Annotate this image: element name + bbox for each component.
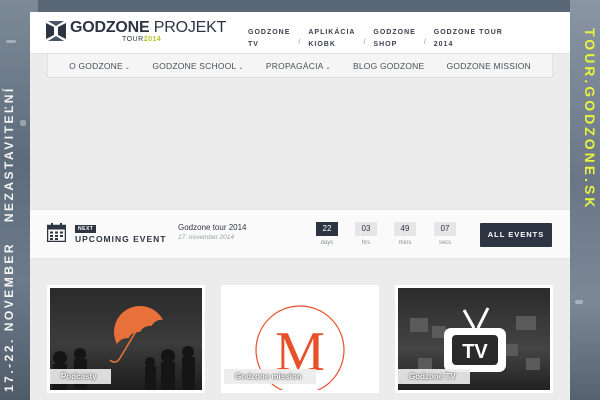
upcoming-event-label: UPCOMING EVENT [75,234,167,244]
event-date: 17. november 2014 [178,234,235,241]
countdown-days-value: 22 [316,222,338,236]
logo-mark-icon [46,21,66,41]
countdown-days-unit: days [320,240,334,246]
event-title[interactable]: Godzone tour 2014 [178,223,247,232]
left-side-date: 17.-22. NOVEMBER [2,241,16,392]
background-texture [575,300,583,304]
topnav-godzone-shop[interactable]: GODZONE SHOP [373,27,415,51]
next-badge: NEXT [75,225,97,233]
tile-godzone-mission[interactable]: M Godzone mission [221,285,379,393]
upcoming-event-bar: NEXT UPCOMING EVENT Godzone tour 2014 17… [30,209,570,259]
topnav-godzone-tv[interactable]: GODZONE TV [248,27,290,51]
site-header: GODZONE PROJEKT TOUR2014 GODZONE TV / AP… [30,12,570,54]
countdown-days: 22 days [316,222,338,246]
topnav-aplikacia-kiobk[interactable]: APLIKÁCIA KIOBK [308,27,355,51]
mainnav-godzone-school[interactable]: GODZONE SCHOOL ⌄ [152,61,243,71]
top-nav: GODZONE TV / APLIKÁCIA KIOBK / GODZONE S… [248,27,503,51]
calendar-icon [47,223,66,242]
chevron-down-icon: ⌄ [124,64,131,71]
countdown-minutes-value: 49 [394,222,416,236]
chevron-down-icon: ⌄ [238,64,244,71]
tile-godzone-mission-image: M Godzone mission [224,288,376,390]
page-container: GODZONE PROJEKT TOUR2014 GODZONE TV / AP… [30,12,570,400]
countdown-hours-unit: hrs [361,240,371,246]
countdown-seconds: 07 secs [434,222,456,246]
countdown-hours: 03 hrs [355,222,377,246]
mainnav-godzone-mission[interactable]: GODZONE MISSION [447,61,531,71]
background-texture [20,120,26,126]
tile-godzone-mission-label: Godzone mission [224,369,316,384]
tile-godzone-tv[interactable]: TV Godzone TV [395,285,553,393]
tile-podcasty-label: Podcasty [50,369,111,384]
chevron-down-icon: ⌄ [325,64,331,71]
all-events-button[interactable]: ALL EVENTS [480,223,552,247]
tile-podcasty[interactable]: Podcasty [47,285,205,393]
topnav-godzone-tour[interactable]: GODZONE TOUR 2014 [434,27,503,51]
tile-godzone-tv-label: Godzone TV [398,369,470,384]
topnav-separator: / [298,39,301,46]
main-nav: O GODZONE ⌄ GODZONE SCHOOL ⌄ PROPAGÁCIA ⌄ B… [47,54,553,78]
countdown-hours-value: 03 [355,222,377,236]
logo-sub-year: 2014 [143,36,162,43]
right-side-url[interactable]: TOUR.GODZONE.SK [582,28,598,210]
mainnav-blog-godzone[interactable]: BLOG GODZONE [353,61,424,71]
left-side-text: NEZASTAVITEĽNÍ [2,86,16,223]
mainnav-propagacia[interactable]: PROPAGÁCIA ⌄ [266,61,331,71]
logo-text-light: PROJEKT [153,19,227,36]
tile-podcasty-image: Podcasty [50,288,202,390]
svg-text:TV: TV [462,341,488,363]
countdown-minutes: 49 mins [394,222,416,246]
topnav-separator: / [363,39,366,46]
mainnav-o-godzone[interactable]: O GODZONE ⌄ [69,61,130,71]
site-logo[interactable]: GODZONE PROJEKT TOUR2014 [46,20,226,43]
countdown-minutes-unit: mins [398,240,412,246]
countdown-seconds-value: 07 [434,222,456,236]
logo-sub-prefix: TOUR [122,36,144,43]
topnav-separator: / [423,39,426,46]
tile-godzone-tv-image: TV Godzone TV [398,288,550,390]
left-side-slogan: 17.-22. NOVEMBER NEZASTAVITEĽNÍ [2,12,16,392]
logo-text-bold: GODZONE [70,19,150,36]
countdown-seconds-unit: secs [438,240,452,246]
